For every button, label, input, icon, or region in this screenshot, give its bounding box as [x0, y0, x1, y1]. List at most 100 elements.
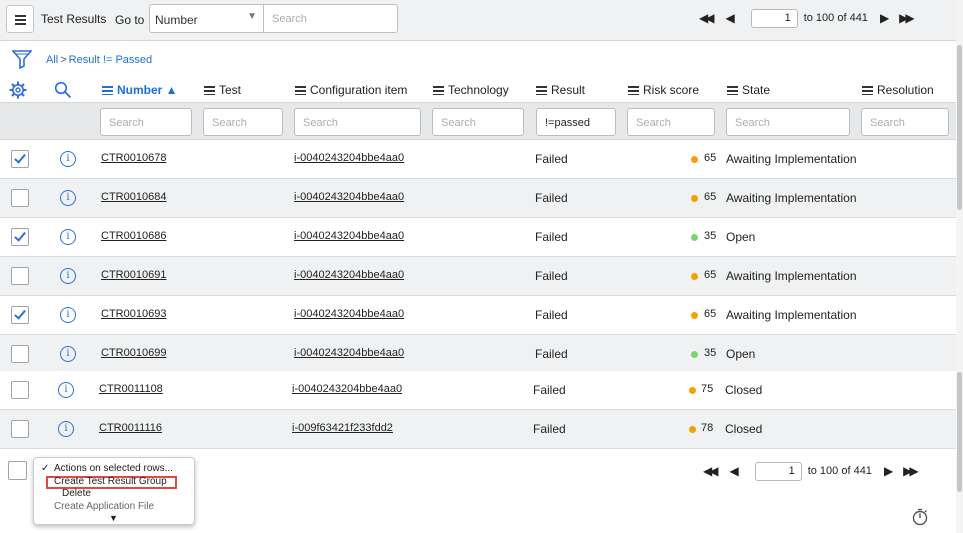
next-page-button[interactable]: ▶ — [884, 464, 893, 478]
info-icon[interactable]: i — [60, 346, 76, 362]
info-icon[interactable]: i — [60, 307, 76, 323]
number-link[interactable]: CTR0010699 — [101, 347, 166, 359]
search-icon[interactable] — [54, 81, 72, 99]
row-checkbox[interactable] — [11, 189, 29, 207]
actions-title-option[interactable]: Actions on selected rows... — [54, 463, 173, 474]
configuration-item-link[interactable]: i-0040243204bbe4aa0 — [294, 347, 404, 359]
row-checkbox[interactable] — [11, 228, 29, 246]
number-link[interactable]: CTR0011116 — [99, 422, 162, 434]
configuration-item-link[interactable]: i-0040243204bbe4aa0 — [294, 308, 404, 320]
next-page-button[interactable]: ▶ — [880, 11, 889, 25]
page-number-input[interactable]: 1 — [754, 461, 802, 481]
column-risk-score-label: Risk score — [643, 83, 700, 97]
first-page-button[interactable]: ◀◀ — [699, 11, 715, 25]
table-row[interactable]: i CTR0010684 i-0040243204bbe4aa0 Failed 65 Aw… — [0, 179, 963, 218]
table-row[interactable]: i CTR0010691 i-0040243204bbe4aa0 Failed 65 Aw… — [0, 257, 963, 296]
info-icon[interactable]: i — [58, 382, 74, 398]
select-all-checkbox[interactable] — [8, 461, 27, 480]
breadcrumb-filter-link[interactable]: Result != Passed — [69, 54, 152, 66]
column-menu-icon[interactable] — [862, 86, 873, 95]
table-row[interactable]: i CTR0011116 i-009f63421f233fdd2 Failed 78 Cl… — [0, 410, 963, 449]
actions-dropdown[interactable]: ✓ Actions on selected rows... Create Tes… — [33, 457, 195, 525]
last-page-button[interactable]: ▶▶ — [899, 11, 915, 25]
create-application-file-option[interactable]: Create Application File — [54, 501, 154, 512]
column-test[interactable]: Test — [204, 83, 241, 97]
table-row[interactable]: i CTR0010678 i-0040243204bbe4aa0 Failed 65 Aw… — [0, 140, 963, 179]
state-search-input[interactable]: Search — [726, 108, 850, 136]
info-icon[interactable]: i — [60, 268, 76, 284]
ci-search-input[interactable]: Search — [294, 108, 421, 136]
goto-label: Go to — [115, 13, 145, 27]
delete-option[interactable]: Delete — [62, 488, 91, 499]
resolution-search-input[interactable]: Search — [861, 108, 949, 136]
scrollbar-thumb-top[interactable] — [957, 45, 962, 210]
column-resolution[interactable]: Resolution — [862, 83, 934, 97]
vertical-scrollbar[interactable] — [956, 0, 963, 533]
column-technology[interactable]: Technology — [433, 83, 509, 97]
number-link[interactable]: CTR0010693 — [101, 308, 166, 320]
table-row[interactable]: i CTR0010699 i-0040243204bbe4aa0 Failed 35 Op… — [0, 335, 963, 374]
goto-search-input[interactable]: Search — [263, 4, 398, 33]
configuration-item-link[interactable]: i-0040243204bbe4aa0 — [292, 383, 402, 395]
info-icon[interactable]: i — [60, 229, 76, 245]
test-search-input[interactable]: Search — [203, 108, 283, 136]
column-menu-icon[interactable] — [628, 86, 639, 95]
previous-page-button[interactable]: ◀ — [729, 464, 738, 478]
page-range-text: to 100 of 441 — [803, 12, 868, 24]
row-checkbox[interactable] — [11, 381, 29, 399]
create-test-result-group-option[interactable]: Create Test Result Group — [54, 476, 167, 487]
number-search-input[interactable]: Search — [100, 108, 192, 136]
column-menu-icon[interactable] — [295, 86, 306, 95]
row-checkbox[interactable] — [11, 150, 29, 168]
info-icon[interactable]: i — [60, 190, 76, 206]
column-state[interactable]: State — [727, 83, 770, 97]
previous-page-button[interactable]: ◀ — [725, 11, 734, 25]
funnel-icon[interactable] — [12, 49, 32, 69]
number-link[interactable]: CTR0010691 — [101, 269, 166, 281]
column-menu-icon[interactable] — [727, 86, 738, 95]
scroll-down-icon[interactable]: ▼ — [109, 513, 118, 523]
info-icon[interactable]: i — [58, 421, 74, 437]
scrollbar-thumb[interactable] — [957, 372, 962, 492]
number-link[interactable]: CTR0011108 — [99, 383, 163, 395]
column-configuration-item[interactable]: Configuration item — [295, 83, 407, 97]
number-link[interactable]: CTR0010686 — [101, 230, 166, 242]
page-number-input[interactable]: 1 — [750, 8, 798, 28]
table-row[interactable]: i CTR0010693 i-0040243204bbe4aa0 Failed 65 Aw… — [0, 296, 963, 335]
breadcrumb-all-link[interactable]: All — [46, 54, 58, 66]
table-row[interactable]: i CTR0011108 i-0040243204bbe4aa0 Failed 75 Cl… — [0, 371, 963, 410]
column-menu-icon[interactable] — [536, 86, 547, 95]
row-checkbox[interactable] — [11, 345, 29, 363]
configuration-item-link[interactable]: i-0040243204bbe4aa0 — [294, 230, 404, 242]
technology-search-input[interactable]: Search — [432, 108, 524, 136]
number-link[interactable]: CTR0010684 — [101, 191, 166, 203]
gear-icon[interactable] — [9, 81, 27, 99]
column-risk-score[interactable]: Risk score — [628, 83, 699, 97]
number-link[interactable]: CTR0010678 — [101, 152, 166, 164]
state-cell: Open — [726, 347, 756, 361]
goto-field-select[interactable]: Number ▼ — [149, 4, 264, 33]
row-checkbox[interactable] — [11, 420, 29, 438]
configuration-item-link[interactable]: i-009f63421f233fdd2 — [292, 422, 393, 434]
column-menu-icon[interactable] — [102, 86, 113, 95]
risk-score-search-input[interactable]: Search — [627, 108, 715, 136]
configuration-item-link[interactable]: i-0040243204bbe4aa0 — [294, 152, 404, 164]
result-search-input[interactable]: !=passed — [536, 108, 616, 136]
last-page-button[interactable]: ▶▶ — [903, 464, 919, 478]
column-menu-icon[interactable] — [433, 86, 444, 95]
configuration-item-link[interactable]: i-0040243204bbe4aa0 — [294, 269, 404, 281]
column-menu-icon[interactable] — [204, 86, 215, 95]
column-ci-label: Configuration item — [310, 83, 408, 97]
actions-check-icon: ✓ — [41, 463, 50, 474]
list-header: Test Results Go to Number ▼ Search ◀◀ ◀ … — [0, 0, 963, 41]
info-icon[interactable]: i — [60, 151, 76, 167]
row-checkbox[interactable] — [11, 306, 29, 324]
first-page-button[interactable]: ◀◀ — [703, 464, 719, 478]
stopwatch-icon[interactable] — [911, 508, 929, 526]
column-number[interactable]: Number ▲ — [102, 83, 178, 97]
column-result[interactable]: Result — [536, 83, 585, 97]
hamburger-menu-button[interactable] — [6, 5, 34, 33]
configuration-item-link[interactable]: i-0040243204bbe4aa0 — [294, 191, 404, 203]
table-row[interactable]: i CTR0010686 i-0040243204bbe4aa0 Failed 35 Op… — [0, 218, 963, 257]
row-checkbox[interactable] — [11, 267, 29, 285]
